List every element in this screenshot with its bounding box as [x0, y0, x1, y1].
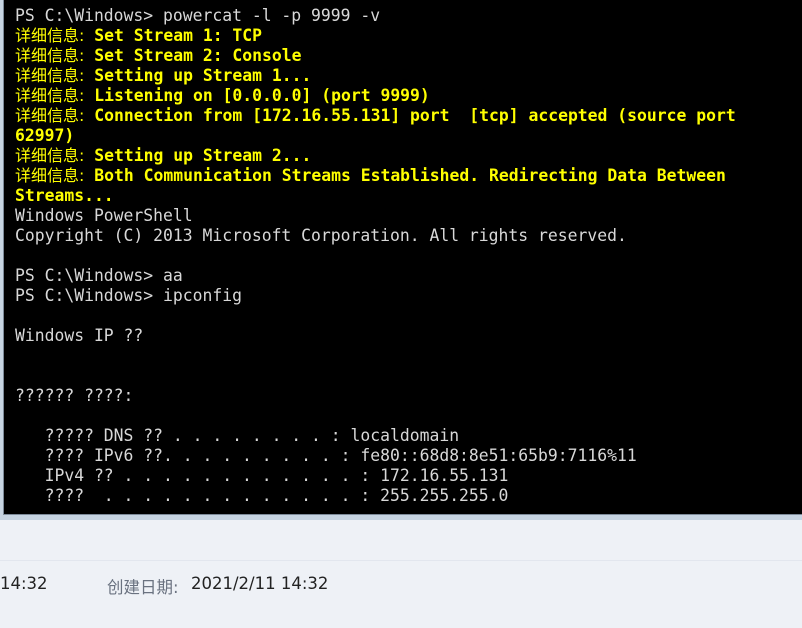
- verbose-prefix: 详细信息:: [15, 166, 85, 185]
- modified-time: 14:32: [0, 574, 48, 593]
- verbose-prefix: 详细信息:: [15, 26, 85, 45]
- terminal-line: Streams...: [15, 186, 802, 206]
- file-details-bar: 14:32 创建日期: 2021/2/11 14:32: [0, 520, 802, 628]
- terminal-line: Windows IP ??: [15, 326, 802, 346]
- terminal-line: PS C:\Windows> powercat -l -p 9999 -v: [15, 6, 802, 26]
- line-text: ????? DNS ?? . . . . . . . . : localdoma…: [15, 426, 460, 445]
- terminal-line: 详细信息: Setting up Stream 2...: [15, 146, 802, 166]
- line-text: 62997): [15, 126, 75, 145]
- verbose-prefix: 详细信息:: [15, 146, 85, 165]
- line-text: Set Stream 1: TCP: [84, 26, 263, 45]
- line-text: Copyright (C) 2013 Microsoft Corporation…: [15, 226, 627, 245]
- terminal-line: 详细信息: Connection from [172.16.55.131] po…: [15, 106, 802, 126]
- terminal-line: ???? . . . . . . . . . . . . . : 255.255…: [15, 486, 802, 506]
- terminal-line: 详细信息: Listening on [0.0.0.0] (port 9999): [15, 86, 802, 106]
- created-date-value: 2021/2/11 14:32: [191, 574, 329, 593]
- terminal-line: PS C:\Windows> ipconfig: [15, 286, 802, 306]
- line-text: Both Communication Streams Established. …: [84, 166, 726, 185]
- verbose-prefix: 详细信息:: [15, 46, 85, 65]
- terminal-line: 62997): [15, 126, 802, 146]
- line-text: Listening on [0.0.0.0] (port 9999): [84, 86, 430, 105]
- line-text: PS C:\Windows> powercat -l -p 9999 -v: [15, 6, 381, 25]
- divider: [0, 560, 802, 561]
- line-text: Streams...: [15, 186, 114, 205]
- verbose-prefix: 详细信息:: [15, 66, 85, 85]
- line-text: PS C:\Windows> ipconfig: [15, 286, 242, 305]
- line-text: ???? . . . . . . . . . . . . . : 255.255…: [15, 486, 509, 505]
- line-text: PS C:\Windows> aa: [15, 266, 183, 285]
- terminal-line: ????? DNS ?? . . . . . . . . : localdoma…: [15, 426, 802, 446]
- terminal-line: 详细信息: Setting up Stream 1...: [15, 66, 802, 86]
- line-text: Connection from [172.16.55.131] port [tc…: [84, 106, 736, 125]
- terminal-line: ?????? ????:: [15, 386, 802, 406]
- verbose-prefix: 详细信息:: [15, 86, 85, 105]
- line-text: Windows IP ??: [15, 326, 144, 345]
- terminal-line: PS C:\Windows> aa: [15, 266, 802, 286]
- created-date-label: 创建日期:: [107, 578, 179, 597]
- line-text: IPv4 ?? . . . . . . . . . . . . : 172.16…: [15, 466, 509, 485]
- verbose-prefix: 详细信息:: [15, 106, 85, 125]
- terminal-line: ???? IPv6 ??. . . . . . . . . : fe80::68…: [15, 446, 802, 466]
- terminal-line: IPv4 ?? . . . . . . . . . . . . : 172.16…: [15, 466, 802, 486]
- line-text: Setting up Stream 1...: [84, 66, 312, 85]
- terminal-line: 详细信息: Set Stream 2: Console: [15, 46, 802, 66]
- terminal-line: 详细信息: Set Stream 1: TCP: [15, 26, 802, 46]
- window-frame: PS C:\Windows> powercat -l -p 9999 -v 详细信…: [0, 0, 802, 520]
- terminal-output: PS C:\Windows> powercat -l -p 9999 -v 详细信…: [15, 6, 802, 506]
- terminal-line: 详细信息: Both Communication Streams Establi…: [15, 166, 802, 186]
- line-text: Windows PowerShell: [15, 206, 193, 225]
- line-text: Setting up Stream 2...: [84, 146, 312, 165]
- terminal-line: Windows PowerShell: [15, 206, 802, 226]
- terminal-line: Copyright (C) 2013 Microsoft Corporation…: [15, 226, 802, 246]
- line-text: ???? IPv6 ??. . . . . . . . . : fe80::68…: [15, 446, 637, 465]
- powershell-terminal[interactable]: PS C:\Windows> powercat -l -p 9999 -v 详细信…: [3, 0, 802, 515]
- line-text: ?????? ????:: [15, 386, 134, 405]
- line-text: Set Stream 2: Console: [84, 46, 302, 65]
